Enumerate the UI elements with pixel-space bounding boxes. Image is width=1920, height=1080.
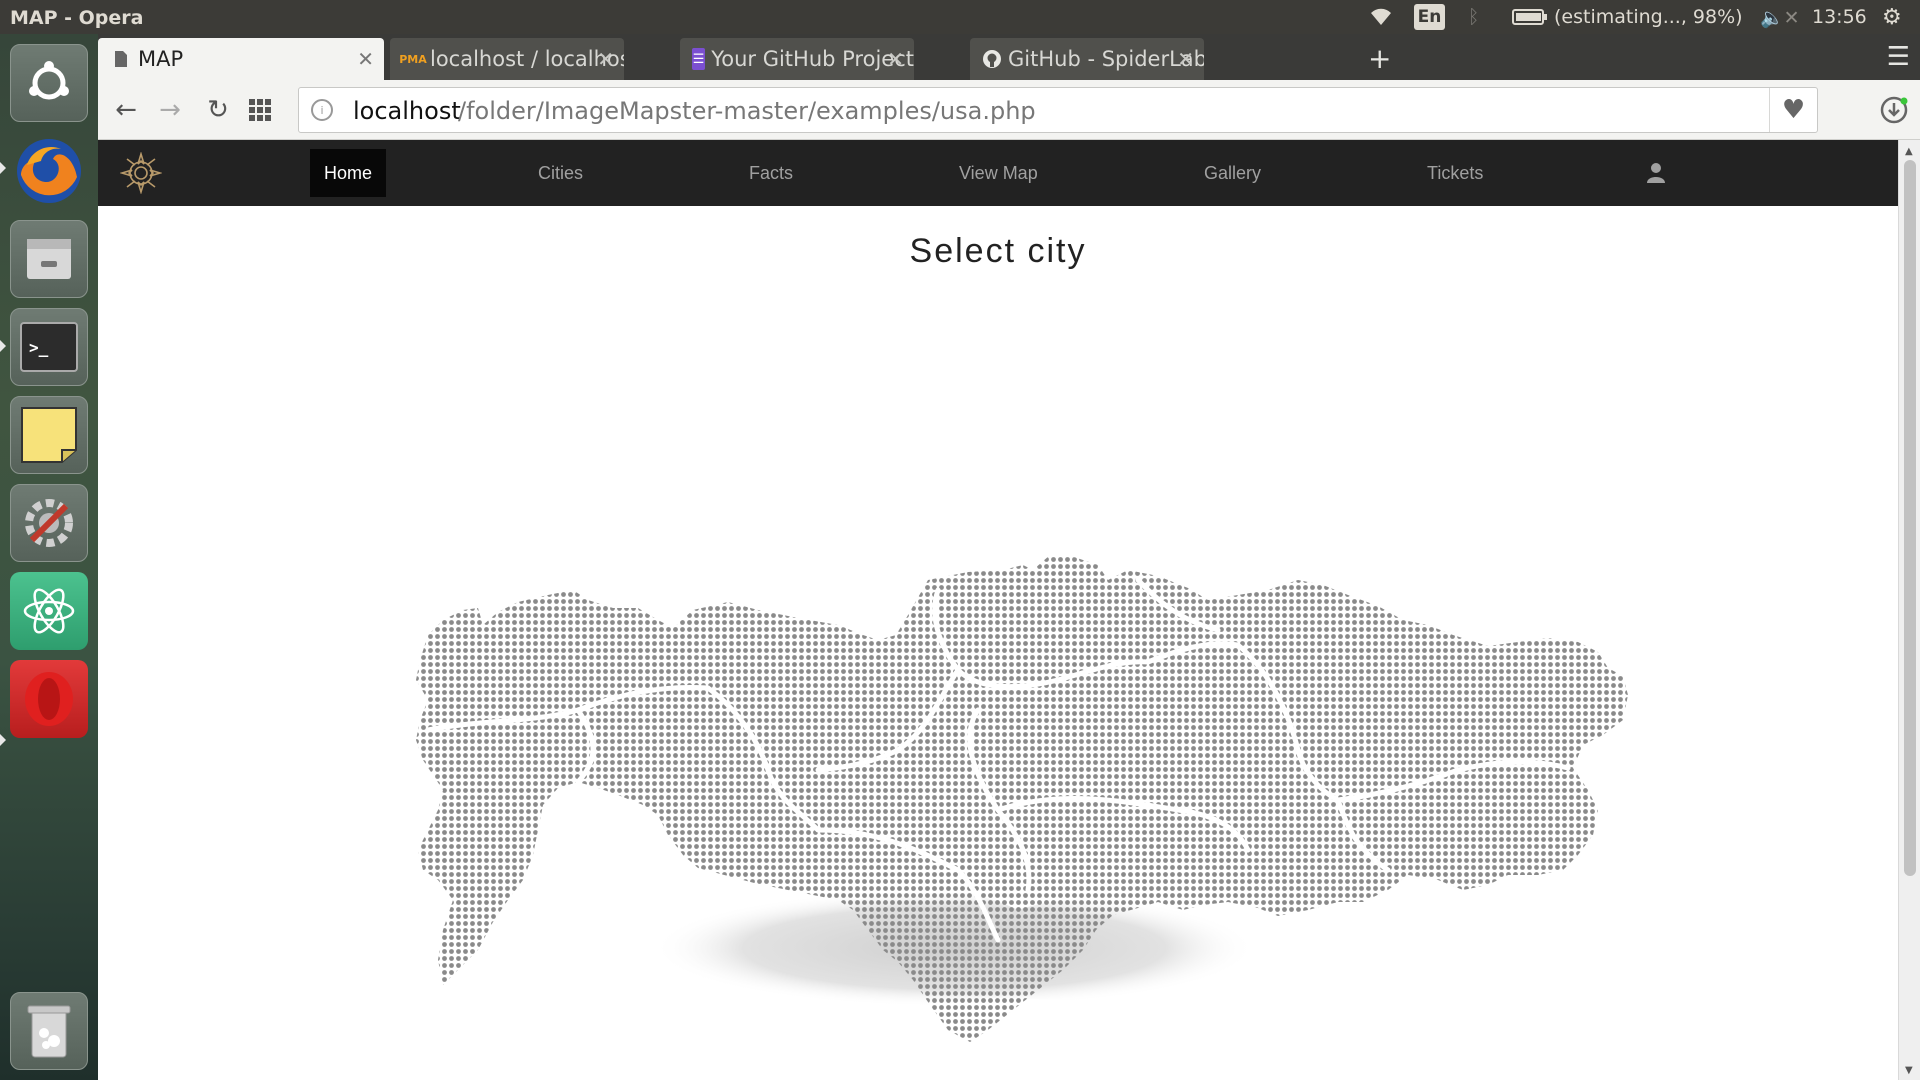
opera-icon[interactable] (10, 660, 88, 738)
github-icon (982, 48, 1002, 70)
tab-menu-icon[interactable]: ☰ (1887, 42, 1910, 72)
download-icon[interactable] (1876, 92, 1912, 128)
tab-close-icon[interactable]: ✕ (1177, 47, 1194, 71)
nav-view-map[interactable]: View Map (959, 140, 1038, 206)
wifi-icon[interactable] (1368, 0, 1394, 34)
phpmyadmin-icon: PMA (399, 52, 427, 66)
ubuntu-dash-icon[interactable] (10, 44, 88, 122)
volume-muted-icon[interactable]: 🔈✕ (1760, 0, 1800, 34)
nav-cities[interactable]: Cities (538, 140, 583, 206)
url-domain: localhost (353, 97, 461, 125)
terminal-icon[interactable]: >_ (10, 308, 88, 386)
window-title: MAP - Opera (10, 7, 144, 29)
address-bar[interactable]: i localhost /folder/ImageMapster-master/… (298, 87, 1818, 133)
svg-text:>_: >_ (29, 338, 49, 357)
sticky-notes-icon[interactable] (10, 396, 88, 474)
site-navbar: Home Cities Facts View Map Gallery Ticke… (98, 140, 1898, 206)
heart-icon[interactable]: ♥ (1769, 88, 1817, 132)
gear-icon[interactable]: ⚙ (1882, 0, 1902, 34)
files-icon[interactable] (10, 220, 88, 298)
scroll-down-arrow-icon[interactable]: ▼ (1905, 1065, 1913, 1076)
speed-dial-grid-icon[interactable] (244, 94, 276, 126)
list-icon: ☰ (692, 48, 706, 70)
new-tab-button[interactable]: + (1368, 42, 1391, 75)
scroll-up-arrow-icon[interactable]: ▲ (1905, 146, 1913, 157)
back-button[interactable]: ← (110, 94, 142, 126)
trash-icon[interactable] (10, 992, 88, 1070)
atom-icon[interactable] (10, 572, 88, 650)
tab-close-icon[interactable]: ✕ (887, 47, 904, 71)
tab-label: localhost / localhost / (430, 47, 624, 71)
site-info-icon[interactable]: i (311, 99, 333, 121)
tab-github-project[interactable]: ☰ Your GitHub Project ✕ (680, 38, 914, 80)
url-path: /folder/ImageMapster-master/examples/usa… (458, 97, 1036, 125)
nav-tickets[interactable]: Tickets (1427, 140, 1483, 206)
system-settings-icon[interactable] (10, 484, 88, 562)
nav-home[interactable]: Home (310, 149, 387, 197)
keyboard-layout-indicator[interactable]: En (1414, 4, 1445, 30)
nav-gallery[interactable]: Gallery (1204, 140, 1261, 206)
battery-indicator[interactable]: (estimating..., 98%) (1512, 0, 1743, 34)
region-map[interactable] (98, 290, 1898, 1050)
tab-label: GitHub - SpiderLabs/I (1008, 47, 1204, 71)
tab-map[interactable]: MAP ✕ (98, 38, 384, 80)
tab-close-icon[interactable]: ✕ (357, 47, 374, 71)
firefox-icon[interactable] (10, 132, 88, 210)
nav-facts[interactable]: Facts (749, 140, 793, 206)
launcher: >_ (0, 34, 98, 1080)
forward-button[interactable]: → (154, 94, 186, 126)
map-body[interactable] (416, 555, 1628, 1042)
tab-label: MAP (138, 47, 184, 71)
page-icon (110, 48, 132, 70)
tab-github-spiderlabs[interactable]: GitHub - SpiderLabs/I ✕ (970, 38, 1204, 80)
battery-status-text: (estimating..., 98%) (1554, 6, 1743, 28)
bluetooth-icon[interactable]: ᛒ (1468, 0, 1479, 34)
browser-toolbar: ← → ↻ i localhost /folder/ImageMapster-m… (98, 80, 1920, 140)
top-panel: MAP - Opera En ᛒ (estimating..., 98%) 🔈✕… (0, 0, 1920, 34)
tab-phpmyadmin[interactable]: PMA localhost / localhost / ✕ (390, 38, 624, 80)
tab-close-icon[interactable]: ✕ (597, 47, 614, 71)
tab-strip: MAP ✕ PMA localhost / localhost / ✕ ☰ Yo… (98, 34, 1920, 80)
page-viewport: Home Cities Facts View Map Gallery Ticke… (98, 140, 1898, 1080)
vertical-scrollbar[interactable]: ▲ ▼ (1898, 140, 1920, 1080)
reload-button[interactable]: ↻ (202, 94, 234, 126)
scrollbar-thumb[interactable] (1904, 160, 1916, 876)
logo-icon[interactable] (120, 152, 162, 194)
user-icon[interactable] (1645, 162, 1667, 184)
clock[interactable]: 13:56 (1812, 0, 1867, 34)
battery-icon (1512, 9, 1547, 25)
page-heading: Select city (909, 232, 1087, 270)
tab-label: Your GitHub Project (711, 47, 914, 71)
